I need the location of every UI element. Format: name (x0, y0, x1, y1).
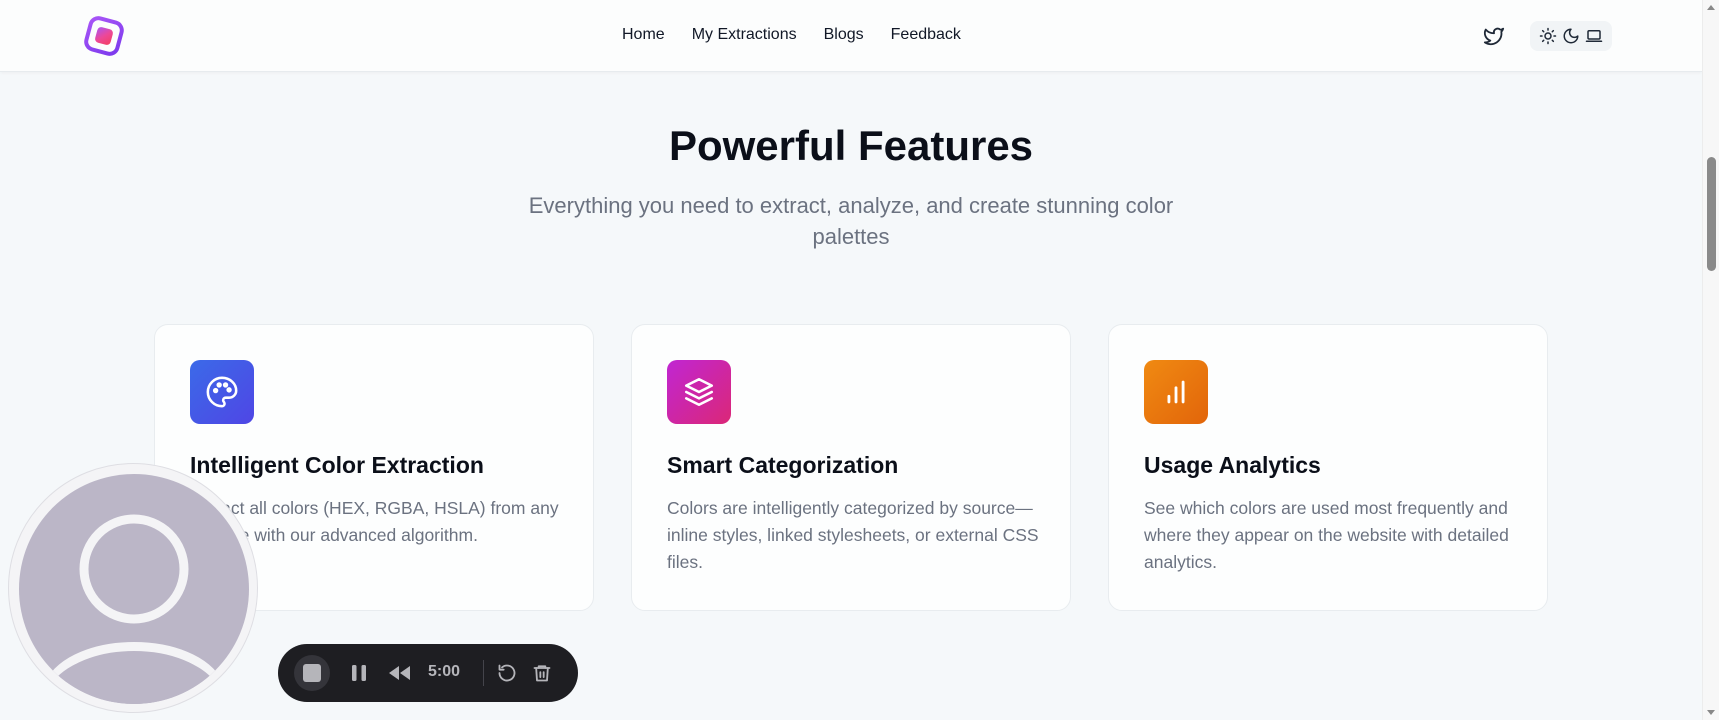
palette-icon (190, 360, 254, 424)
feature-description: See which colors are used most frequentl… (1144, 498, 1509, 572)
theme-switcher (1530, 21, 1612, 51)
twitter-icon[interactable] (1483, 25, 1505, 47)
stop-icon (303, 664, 321, 682)
feature-card-categorization: Smart Categorization Colors are intellig… (631, 324, 1071, 611)
bar-chart-icon (1144, 360, 1208, 424)
app-logo[interactable] (82, 14, 126, 58)
feature-description: Colors are intelligently categorized by … (667, 498, 1039, 572)
webcam-avatar[interactable] (8, 463, 258, 713)
main-nav: Home My Extractions Blogs Feedback (622, 26, 961, 44)
feature-title: Smart Categorization (667, 452, 899, 478)
restart-icon[interactable] (497, 663, 517, 683)
section-title: Powerful Features (668, 122, 1034, 169)
user-placeholder-icon (19, 474, 249, 704)
top-navbar: Home My Extractions Blogs Feedback (0, 0, 1702, 72)
nav-home[interactable]: Home (622, 26, 665, 44)
scroll-thumb[interactable] (1707, 157, 1716, 271)
scroll-down-arrow-icon[interactable] (1707, 710, 1715, 715)
nav-feedback[interactable]: Feedback (891, 26, 961, 44)
scroll-up-arrow-icon[interactable] (1707, 5, 1715, 10)
pause-icon[interactable] (351, 664, 367, 682)
section-subtitle: Everything you need to extract, analyze,… (528, 193, 1174, 249)
feature-card-analytics: Usage Analytics See which colors are use… (1108, 324, 1548, 611)
nav-my-extractions[interactable]: My Extractions (692, 26, 797, 44)
feature-title: Usage Analytics (1144, 452, 1321, 478)
rewind-icon[interactable] (388, 664, 412, 682)
recording-timer: 5:00 (428, 663, 461, 680)
feature-title: Intelligent Color Extraction (190, 452, 484, 478)
divider (483, 660, 484, 686)
vertical-scrollbar[interactable] (1702, 0, 1719, 720)
trash-icon[interactable] (532, 662, 552, 684)
stop-button[interactable] (294, 655, 330, 691)
sun-icon[interactable] (1539, 27, 1557, 45)
screen-recorder-bar: 5:00 (278, 644, 578, 702)
laptop-icon[interactable] (1585, 27, 1603, 45)
nav-blogs[interactable]: Blogs (824, 26, 864, 44)
layers-icon (667, 360, 731, 424)
moon-icon[interactable] (1562, 27, 1580, 45)
